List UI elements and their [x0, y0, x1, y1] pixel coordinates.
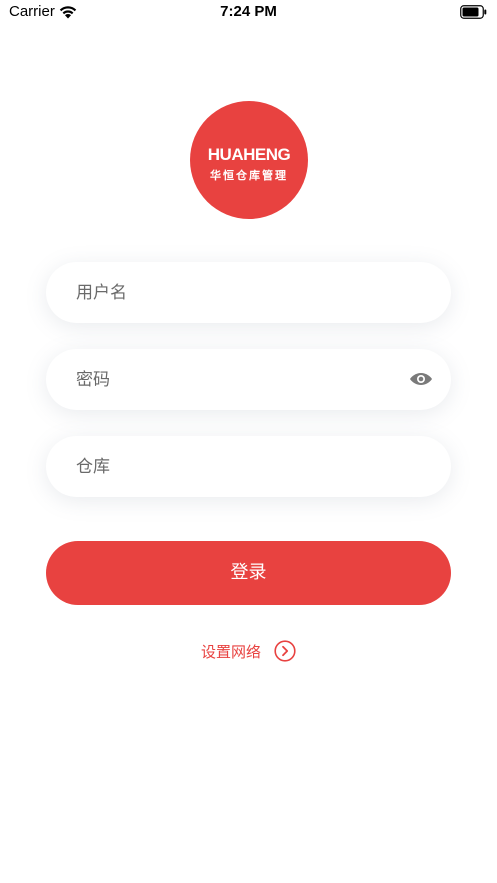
- network-settings-label: 设置网络: [200, 642, 261, 661]
- login-button[interactable]: 登录: [46, 541, 451, 605]
- password-field-container: [46, 349, 451, 410]
- app-logo: HUAHENG 华恒仓库管理: [190, 101, 308, 219]
- username-field-container: [46, 262, 451, 323]
- eye-icon[interactable]: [409, 369, 433, 389]
- warehouse-input[interactable]: [76, 436, 406, 497]
- network-settings-link[interactable]: 设置网络: [0, 640, 497, 666]
- login-screen: Carrier 7:24 PM HUAHENG 华恒仓库管理 用户名 仓库 登录…: [0, 0, 497, 883]
- status-bar: Carrier 7:24 PM: [0, 0, 497, 26]
- username-input[interactable]: [76, 262, 406, 323]
- logo-brand-text: HUAHENG: [207, 145, 291, 164]
- chevron-right-circle-icon: [274, 640, 296, 662]
- logo-subtitle: 华恒仓库管理: [210, 169, 288, 182]
- clock: 7:24 PM: [220, 3, 277, 20]
- password-input[interactable]: [76, 349, 406, 410]
- warehouse-field-container: [46, 436, 451, 497]
- battery-icon: [460, 5, 487, 19]
